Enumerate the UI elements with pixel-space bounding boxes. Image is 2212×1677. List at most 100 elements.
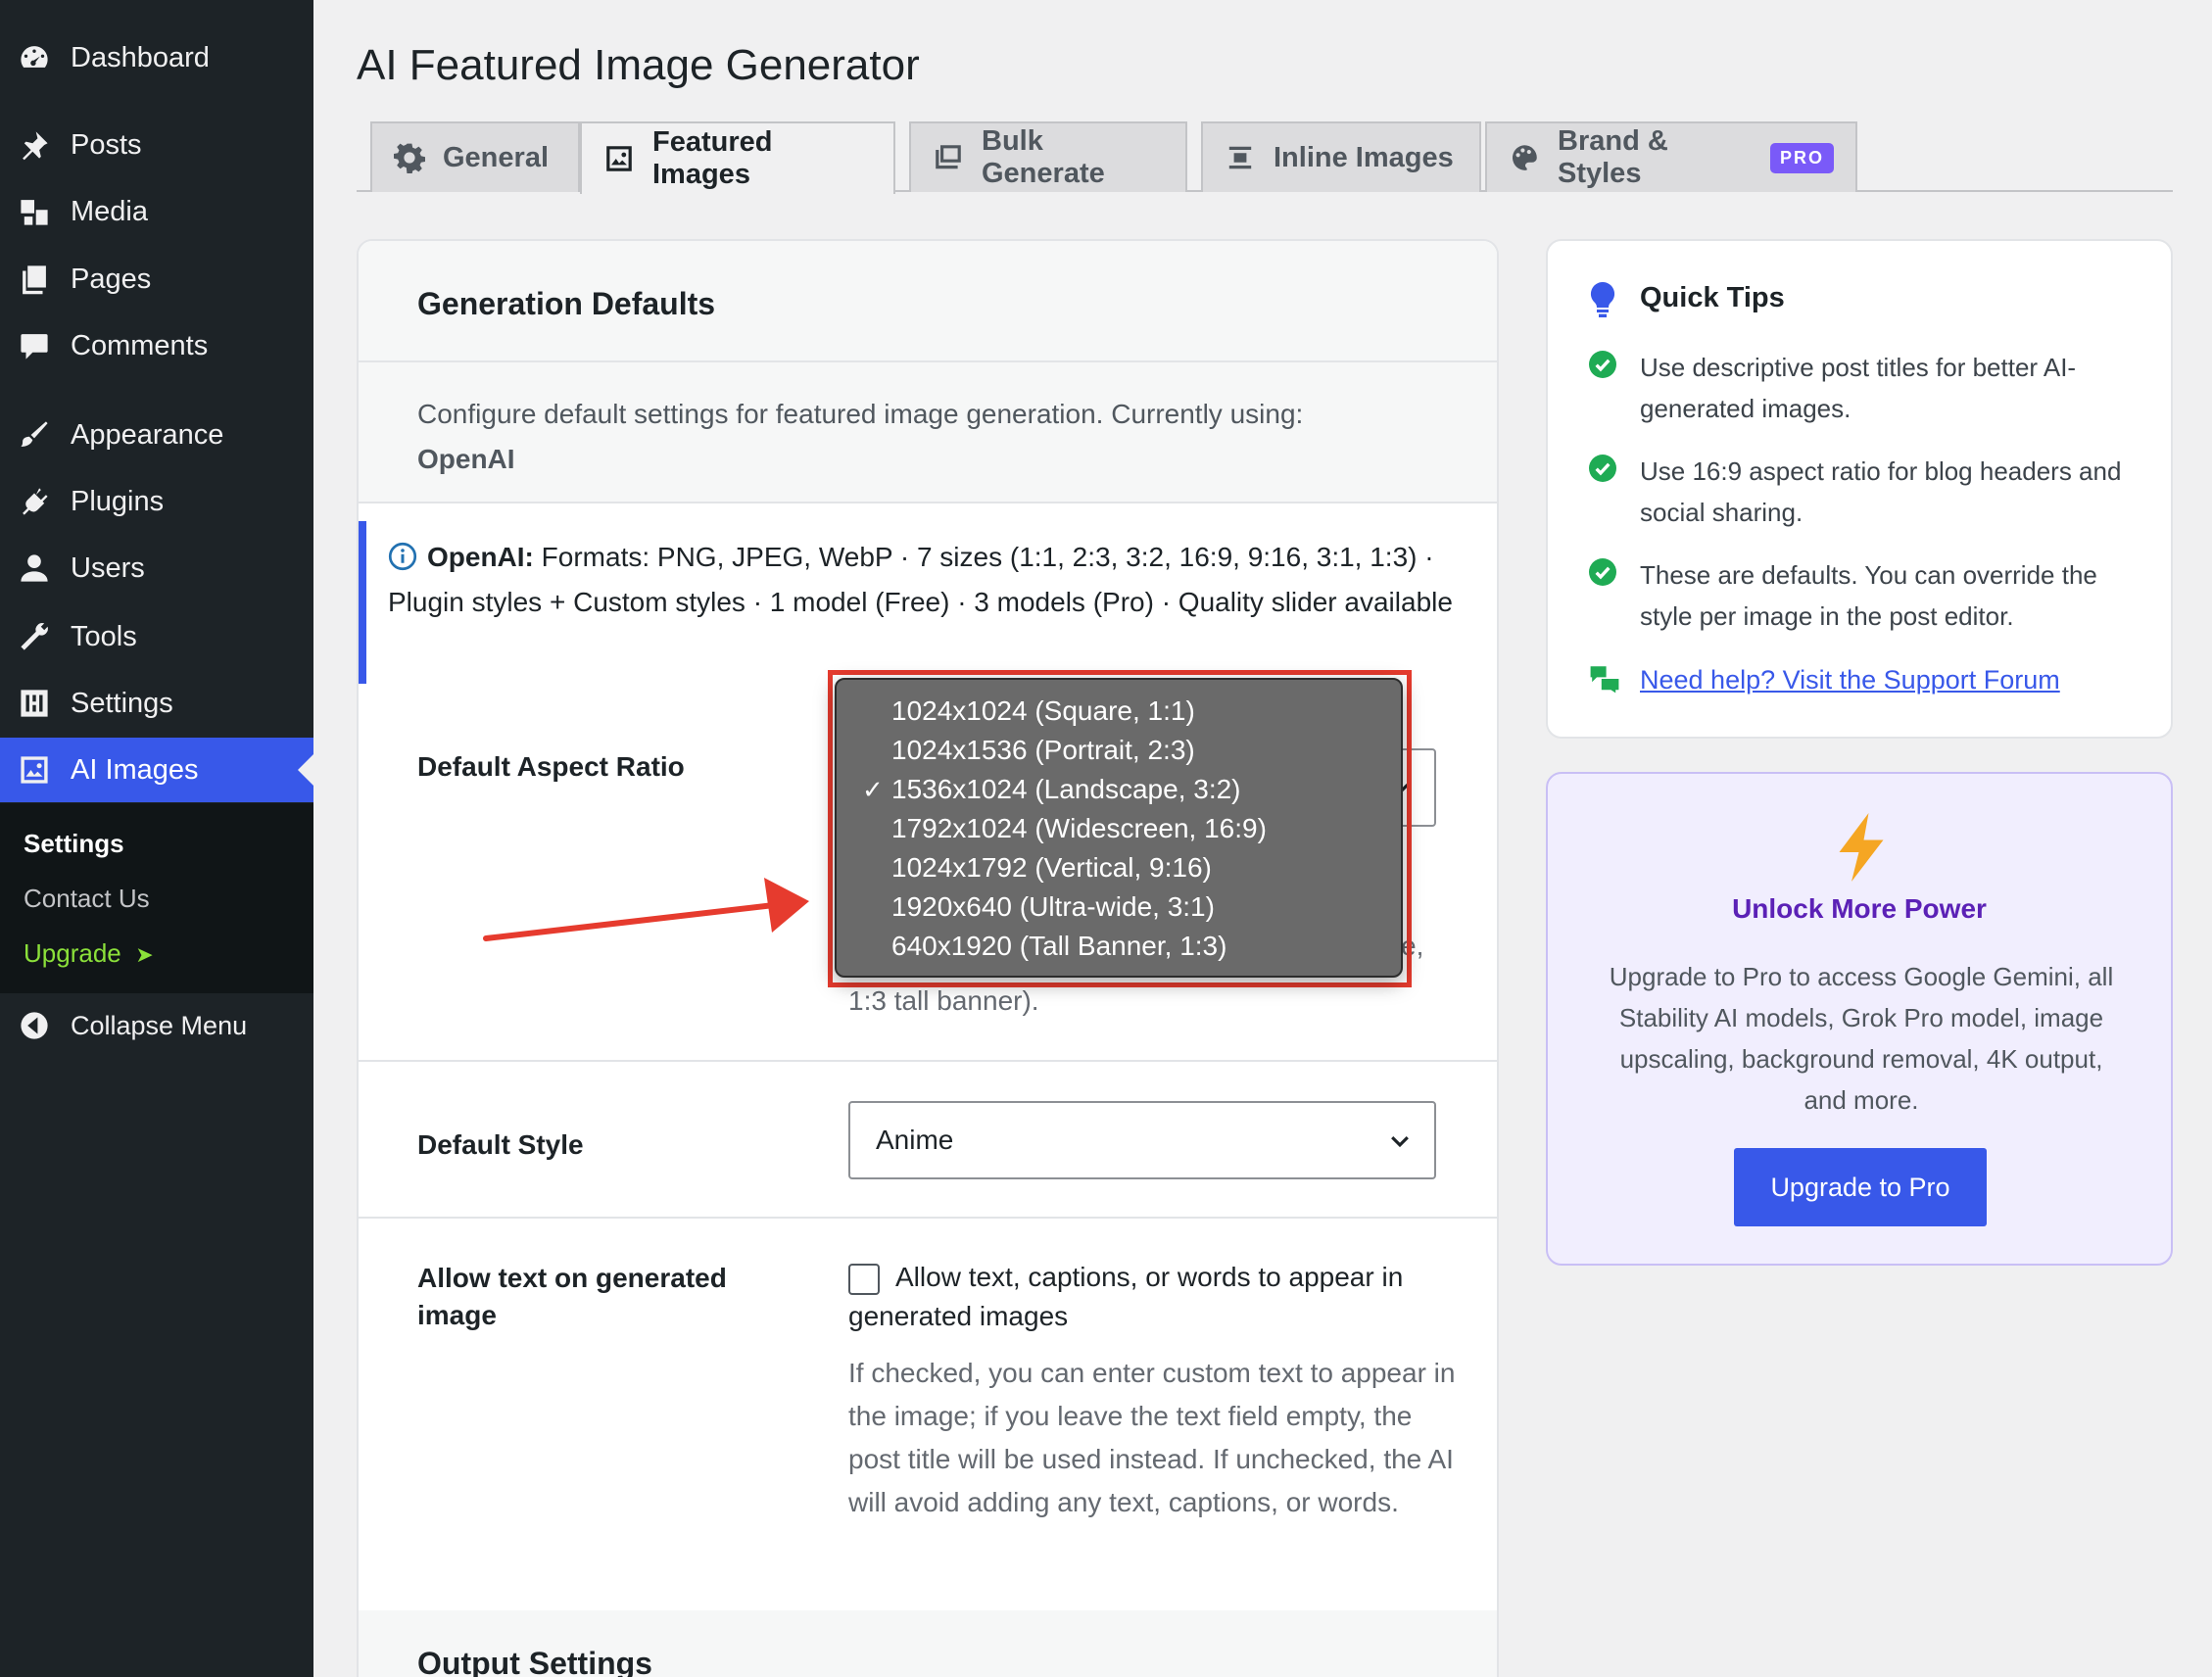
tab-inline-images[interactable]: Inline Images — [1201, 121, 1481, 192]
output-settings-title: Output Settings — [417, 1646, 652, 1677]
sidebar-item-label: Dashboard — [71, 41, 210, 73]
sidebar-item-label: AI Images — [71, 753, 199, 786]
sidebar-item-media[interactable]: Media — [0, 179, 313, 244]
sidebar-item-label: Settings — [71, 687, 173, 719]
sidebar-item-posts[interactable]: Posts — [0, 113, 313, 177]
dashboard-icon — [18, 41, 51, 74]
sidebar-item-label: Tools — [71, 620, 137, 652]
option-label: 1024x1024 (Square, 1:1) — [891, 695, 1195, 726]
sidebar-item-label: Comments — [71, 329, 209, 361]
option-label: 1024x1536 (Portrait, 2:3) — [891, 735, 1195, 765]
tab-bar: General Featured Images Bulk Generate In… — [357, 121, 2173, 194]
aspect-option[interactable]: 1024x1024 (Square, 1:1) — [837, 692, 1401, 731]
chevron-down-icon — [1391, 1135, 1409, 1148]
upgrade-promo-card: Unlock More Power Upgrade to Pro to acce… — [1546, 772, 2173, 1266]
check-circle-icon — [1589, 351, 1616, 378]
sidebar-item-settings[interactable]: Settings — [0, 671, 313, 736]
chat-bubbles-icon — [1590, 666, 1619, 694]
upgrade-to-pro-button[interactable]: Upgrade to Pro — [1734, 1148, 1987, 1226]
tab-label: General — [443, 141, 549, 173]
notice-text: Formats: PNG, JPEG, WebP · 7 sizes (1:1,… — [388, 542, 1453, 617]
provider-info-notice: OpenAI: Formats: PNG, JPEG, WebP · 7 siz… — [359, 521, 1497, 684]
sidebar-item-label: Users — [71, 551, 145, 584]
aspect-option-selected[interactable]: ✓ 1536x1024 (Landscape, 3:2) — [837, 770, 1401, 809]
plug-icon — [18, 485, 51, 518]
pages-icon — [18, 263, 51, 296]
tab-general[interactable]: General — [370, 121, 580, 192]
admin-sidebar: Dashboard Posts Media Pages Comments App… — [0, 0, 313, 1677]
pin-icon — [18, 128, 51, 162]
collapse-menu-button[interactable]: Collapse Menu — [0, 993, 313, 1058]
collapse-label: Collapse Menu — [71, 1010, 248, 1040]
sidebar-item-label: Media — [71, 195, 148, 227]
default-style-label: Default Style — [417, 1129, 584, 1160]
notice-label: OpenAI: — [427, 542, 534, 572]
aspect-option[interactable]: 640x1920 (Tall Banner, 1:3) — [837, 927, 1401, 966]
sidebar-item-appearance[interactable]: Appearance — [0, 403, 313, 467]
submenu-settings[interactable]: Settings — [24, 829, 124, 859]
ai-images-submenu: Settings Contact Us Upgrade ➤ — [0, 803, 313, 993]
tip-item: These are defaults. You can override the… — [1640, 560, 2097, 631]
submenu-upgrade[interactable]: Upgrade ➤ — [24, 938, 154, 969]
tab-featured-images[interactable]: Featured Images — [580, 121, 895, 194]
quick-tips-card: Quick Tips Use descriptive post titles f… — [1546, 239, 2173, 739]
card-header: Generation Defaults — [359, 241, 1497, 362]
sidebar-item-users[interactable]: Users — [0, 536, 313, 600]
sidebar-item-plugins[interactable]: Plugins — [0, 469, 313, 534]
allow-text-help: If checked, you can enter custom text to… — [848, 1358, 1456, 1517]
quick-tips-title: Quick Tips — [1640, 282, 1785, 313]
image-icon — [603, 143, 635, 174]
tip-item: Use 16:9 aspect ratio for blog headers a… — [1640, 456, 2122, 527]
sidebar-item-label: Pages — [71, 263, 152, 295]
lightbulb-icon — [1590, 282, 1615, 317]
upgrade-arrow-icon: ➤ — [135, 942, 154, 967]
tab-label: Bulk Generate — [982, 125, 1105, 189]
check-circle-icon — [1589, 455, 1616, 482]
support-forum-link[interactable]: Need help? Visit the Support Forum — [1640, 665, 2060, 695]
upgrade-label: Upgrade — [24, 938, 121, 968]
option-label: 640x1920 (Tall Banner, 1:3) — [891, 931, 1227, 961]
option-label: 1792x1024 (Widescreen, 16:9) — [891, 813, 1267, 843]
aspect-option[interactable]: 1792x1024 (Widescreen, 16:9) — [837, 809, 1401, 848]
sidebar-item-pages[interactable]: Pages — [0, 247, 313, 311]
images-stack-icon — [933, 142, 964, 173]
align-center-icon — [1225, 142, 1256, 173]
default-style-value: Anime — [876, 1125, 954, 1155]
aspect-ratio-dropdown-list[interactable]: 1024x1024 (Square, 1:1) 1024x1536 (Portr… — [835, 678, 1403, 978]
divider — [359, 1217, 1497, 1219]
check-icon: ✓ — [862, 775, 884, 804]
aspect-option[interactable]: 1024x1536 (Portrait, 2:3) — [837, 731, 1401, 770]
output-settings-section: Output Settings — [359, 1610, 1497, 1677]
sidebar-item-dashboard[interactable]: Dashboard — [0, 25, 313, 90]
comment-icon — [18, 329, 51, 362]
info-icon — [388, 542, 417, 571]
sidebar-item-label: Appearance — [71, 418, 224, 451]
sidebar-item-ai-images[interactable]: AI Images — [0, 738, 313, 802]
tab-brand-styles[interactable]: Brand & Styles PRO — [1485, 121, 1857, 192]
tab-label: Featured Images — [652, 126, 773, 190]
option-label: 1024x1792 (Vertical, 9:16) — [891, 852, 1212, 883]
provider-name: OpenAI — [417, 444, 515, 474]
pro-badge: PRO — [1769, 142, 1834, 173]
option-label: 1536x1024 (Landscape, 3:2) — [891, 774, 1241, 804]
aspect-option[interactable]: 1024x1792 (Vertical, 9:16) — [837, 848, 1401, 887]
upsell-title: Unlock More Power — [1732, 893, 1987, 924]
submenu-contact-us[interactable]: Contact Us — [24, 884, 150, 914]
option-label: 1920x640 (Ultra-wide, 3:1) — [891, 891, 1215, 922]
tab-label: Inline Images — [1274, 141, 1454, 173]
tab-bulk-generate[interactable]: Bulk Generate — [909, 121, 1187, 192]
card-title: Generation Defaults — [417, 286, 716, 321]
brush-icon — [18, 418, 51, 452]
upsell-text: Upgrade to Pro to access Google Gemini, … — [1609, 962, 2114, 1115]
check-circle-icon — [1589, 558, 1616, 586]
current-menu-arrow — [298, 754, 313, 786]
allow-text-checkbox-label[interactable]: Allow text, captions, or words to appear… — [848, 1258, 1456, 1336]
sidebar-item-label: Posts — [71, 128, 142, 161]
sidebar-item-tools[interactable]: Tools — [0, 604, 313, 669]
default-style-select[interactable]: Anime — [848, 1101, 1436, 1179]
gear-icon — [394, 142, 425, 173]
sidebar-item-comments[interactable]: Comments — [0, 313, 313, 378]
aspect-option[interactable]: 1920x640 (Ultra-wide, 3:1) — [837, 887, 1401, 927]
card-description: Configure default settings for featured … — [359, 362, 1497, 503]
user-icon — [18, 551, 51, 585]
